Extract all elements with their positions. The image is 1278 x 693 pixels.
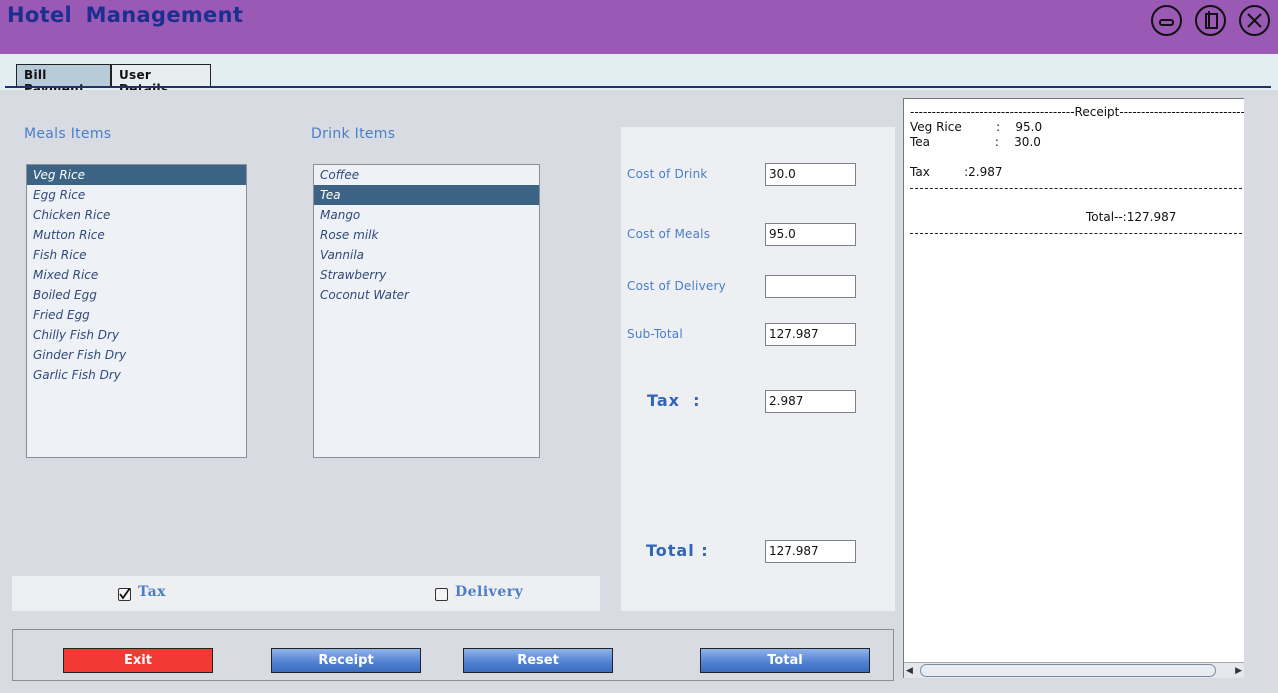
options-panel: Tax Delivery bbox=[12, 576, 600, 611]
cost-of-delivery-label: Cost of Delivery bbox=[627, 279, 726, 293]
tab-user-details[interactable]: User Details bbox=[111, 64, 211, 96]
delivery-checkbox[interactable] bbox=[435, 588, 448, 601]
list-item[interactable]: Coffee bbox=[314, 165, 539, 185]
total-label: Total : bbox=[646, 541, 709, 560]
list-item[interactable]: Veg Rice bbox=[27, 165, 246, 185]
list-item[interactable]: Mutton Rice bbox=[27, 225, 246, 245]
cost-of-drink-field[interactable]: 30.0 bbox=[765, 163, 856, 186]
receipt-header: --------------------------------------Re… bbox=[910, 105, 1245, 119]
maximize-icon bbox=[1205, 11, 1218, 29]
list-item[interactable]: Fish Rice bbox=[27, 245, 246, 265]
receipt-button[interactable]: Receipt bbox=[271, 648, 421, 673]
close-icon bbox=[1247, 13, 1262, 28]
list-item[interactable]: Strawberry bbox=[314, 265, 539, 285]
receipt-line-item: Veg Rice : 95.0 bbox=[910, 120, 1043, 134]
drink-items-label: Drink Items bbox=[311, 126, 396, 142]
exit-button[interactable]: Exit bbox=[63, 648, 213, 673]
tax-checkbox-label[interactable]: Tax bbox=[138, 584, 166, 600]
scroll-right-icon[interactable]: ▶ bbox=[1235, 666, 1242, 676]
receipt-horizontal-scrollbar[interactable]: ◀ ▶ bbox=[904, 662, 1244, 678]
checkmark-icon bbox=[119, 588, 131, 600]
receipt-textarea[interactable]: --------------------------------------Re… bbox=[903, 98, 1245, 678]
scroll-left-icon[interactable]: ◀ bbox=[906, 666, 913, 676]
list-item[interactable]: Chicken Rice bbox=[27, 205, 246, 225]
minimize-button[interactable] bbox=[1151, 5, 1182, 36]
list-item[interactable]: Ginder Fish Dry bbox=[27, 345, 246, 365]
receipt-divider bbox=[910, 233, 1242, 234]
list-item[interactable]: Mango bbox=[314, 205, 539, 225]
list-item[interactable]: Chilly Fish Dry bbox=[27, 325, 246, 345]
app-title: Hotel Management bbox=[7, 3, 244, 27]
list-item[interactable]: Fried Egg bbox=[27, 305, 246, 325]
list-item[interactable]: Tea bbox=[314, 185, 539, 205]
list-item[interactable]: Vannila bbox=[314, 245, 539, 265]
cost-panel bbox=[621, 127, 895, 611]
title-bar: Hotel Management bbox=[0, 0, 1278, 54]
receipt-line-item: Tea : 30.0 bbox=[910, 135, 1041, 149]
list-item[interactable]: Boiled Egg bbox=[27, 285, 246, 305]
drinks-list[interactable]: Coffee Tea Mango Rose milk Vannila Straw… bbox=[313, 164, 540, 458]
total-field[interactable]: 127.987 bbox=[765, 540, 856, 563]
close-button[interactable] bbox=[1239, 5, 1270, 36]
delivery-checkbox-label[interactable]: Delivery bbox=[455, 584, 523, 600]
receipt-divider bbox=[910, 188, 1242, 189]
tab-divider bbox=[5, 86, 1271, 88]
minimize-icon bbox=[1159, 19, 1174, 26]
list-item[interactable]: Mixed Rice bbox=[27, 265, 246, 285]
sub-total-label: Sub-Total bbox=[627, 327, 683, 341]
tax-field[interactable]: 2.987 bbox=[765, 390, 856, 413]
list-item[interactable]: Garlic Fish Dry bbox=[27, 365, 246, 385]
cost-of-delivery-field[interactable] bbox=[765, 275, 856, 298]
total-button[interactable]: Total bbox=[700, 648, 870, 673]
maximize-button[interactable] bbox=[1195, 5, 1226, 36]
list-item[interactable]: Egg Rice bbox=[27, 185, 246, 205]
receipt-total-line: Total--:127.987 bbox=[1086, 210, 1177, 224]
meals-list[interactable]: Veg Rice Egg Rice Chicken Rice Mutton Ri… bbox=[26, 164, 247, 458]
tax-label: Tax : bbox=[647, 391, 701, 410]
cost-of-meals-label: Cost of Meals bbox=[627, 227, 711, 241]
tax-checkbox[interactable] bbox=[118, 588, 131, 601]
tab-bill-payment[interactable]: Bill Payment bbox=[16, 64, 111, 96]
reset-button[interactable]: Reset bbox=[463, 648, 613, 673]
meals-items-label: Meals Items bbox=[24, 126, 112, 142]
list-item[interactable]: Coconut Water bbox=[314, 285, 539, 305]
receipt-tax-line: Tax :2.987 bbox=[910, 165, 1003, 179]
right-margin bbox=[1244, 98, 1270, 678]
scrollbar-thumb[interactable] bbox=[920, 664, 1216, 677]
sub-total-field[interactable]: 127.987 bbox=[765, 323, 856, 346]
cost-of-drink-label: Cost of Drink bbox=[627, 167, 708, 181]
cost-of-meals-field[interactable]: 95.0 bbox=[765, 223, 856, 246]
hotel-management-window: Hotel Management Bill Payment User Detai… bbox=[0, 0, 1278, 693]
tab-strip: Bill Payment User Details bbox=[0, 54, 1278, 96]
list-item[interactable]: Rose milk bbox=[314, 225, 539, 245]
